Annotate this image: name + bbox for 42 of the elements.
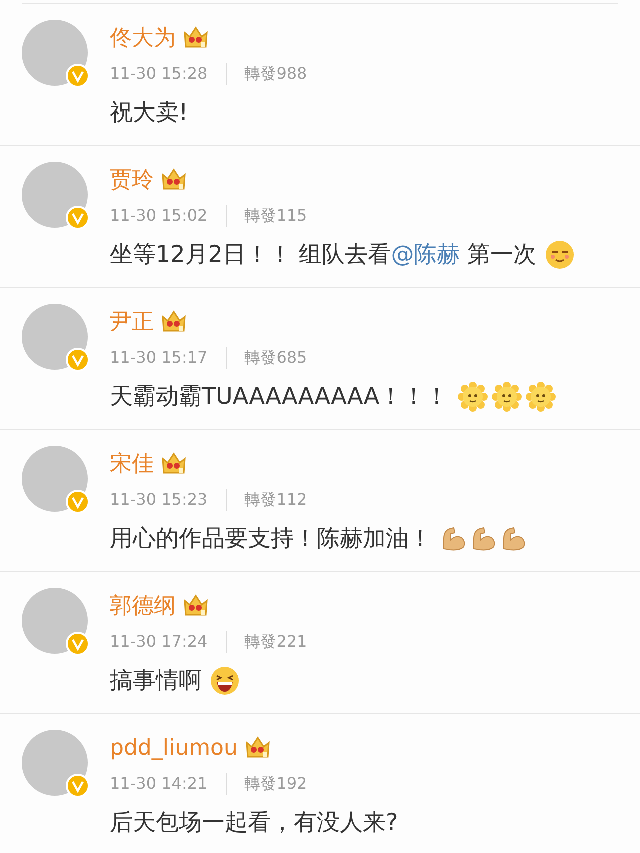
sun-face-icon bbox=[456, 381, 489, 413]
comment-time: 11-30 15:23 bbox=[110, 489, 208, 511]
verified-badge-icon bbox=[66, 206, 90, 230]
crown-badge-icon bbox=[160, 309, 188, 335]
repost-count[interactable]: 轉發988 bbox=[244, 62, 308, 86]
user-name[interactable]: 郭德纲 bbox=[110, 590, 176, 622]
comment-text: 用心的作品要支持！陈赫加油！ bbox=[110, 524, 432, 554]
verified-badge-icon bbox=[66, 774, 90, 798]
user-name[interactable]: 贾玲 bbox=[110, 164, 154, 196]
verified-badge-icon bbox=[66, 632, 90, 656]
repost-count[interactable]: 轉發115 bbox=[244, 204, 308, 228]
smug-face-icon bbox=[544, 240, 575, 270]
comment-time: 11-30 15:17 bbox=[110, 347, 208, 369]
comment-text: 坐等12月2日！！ 组队去看@陈赫 第一次 bbox=[110, 240, 537, 270]
comment-time: 11-30 17:24 bbox=[110, 631, 208, 653]
comment-time: 11-30 15:28 bbox=[110, 63, 208, 85]
user-name[interactable]: 佟大为 bbox=[110, 22, 176, 54]
comment-text: 后天包场一起看，有没人来? bbox=[110, 808, 398, 838]
comment-time: 11-30 15:02 bbox=[110, 205, 208, 227]
mention-link[interactable]: @陈赫 bbox=[391, 242, 460, 268]
sun-face-icon bbox=[490, 381, 523, 413]
crown-badge-icon bbox=[160, 451, 188, 477]
user-name[interactable]: pdd_liumou bbox=[110, 732, 238, 764]
verified-badge-icon bbox=[66, 490, 90, 514]
comment-time: 11-30 14:21 bbox=[110, 773, 208, 795]
repost-count[interactable]: 轉發685 bbox=[244, 346, 308, 370]
repost-count[interactable]: 轉發221 bbox=[244, 630, 308, 654]
verified-badge-icon bbox=[66, 348, 90, 372]
repost-count[interactable]: 轉發192 bbox=[244, 772, 308, 796]
crown-badge-icon bbox=[160, 167, 188, 193]
sun-face-icon bbox=[524, 381, 557, 413]
verified-badge-icon bbox=[66, 64, 90, 88]
user-name[interactable]: 宋佳 bbox=[110, 448, 154, 480]
crown-badge-icon bbox=[244, 735, 272, 761]
comment-text: 天霸动霸TUAAAAAAAAA！！！ bbox=[110, 382, 449, 412]
crown-badge-icon bbox=[182, 25, 210, 51]
laughing-face-icon bbox=[210, 666, 240, 696]
comment-text: 祝大卖! bbox=[110, 98, 188, 128]
crown-badge-icon bbox=[182, 593, 210, 619]
user-name[interactable]: 尹正 bbox=[110, 306, 154, 338]
repost-count[interactable]: 轉發112 bbox=[244, 488, 308, 512]
comment-text: 搞事情啊 bbox=[110, 666, 202, 696]
